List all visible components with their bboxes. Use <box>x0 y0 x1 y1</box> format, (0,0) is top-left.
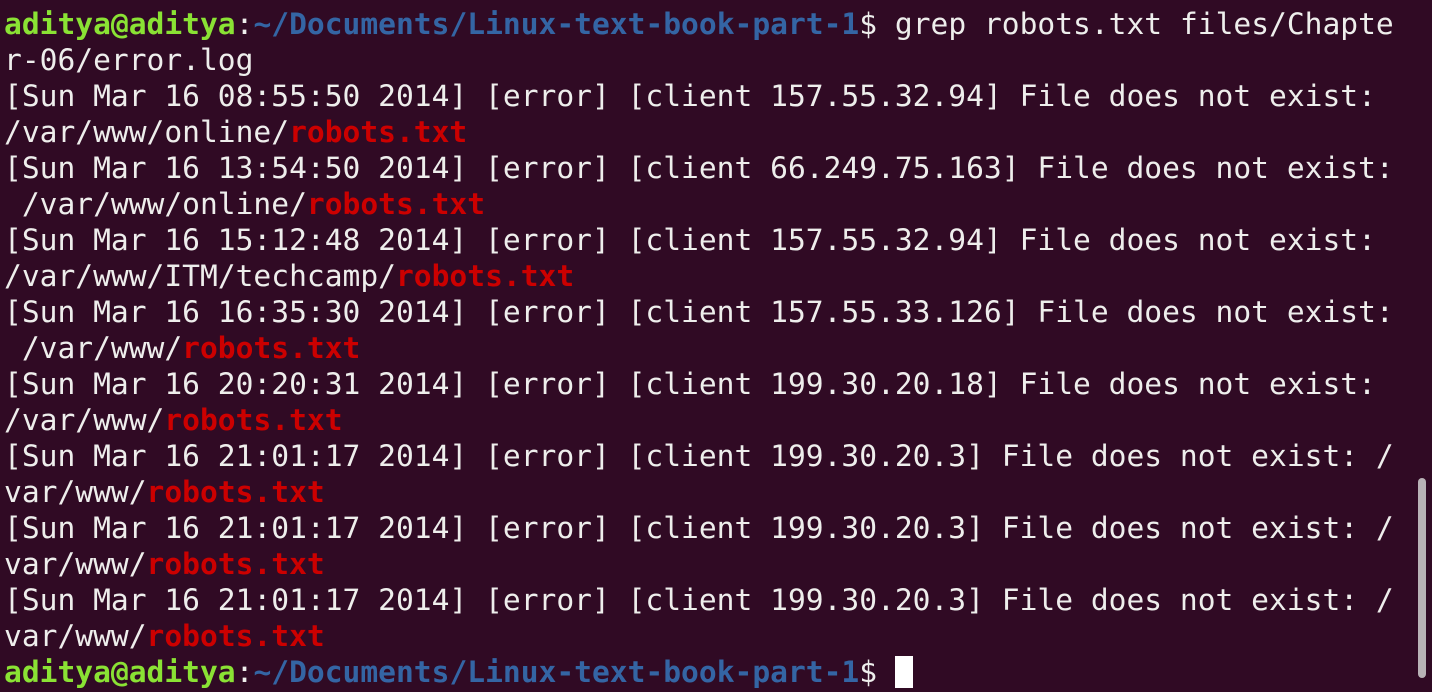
log-text: [Sun Mar 16 21:01:17 2014] [error] [clie… <box>4 583 1394 617</box>
log-line: var/www/robots.txt <box>4 474 1412 510</box>
log-text: [Sun Mar 16 15:12:48 2014] [error] [clie… <box>4 223 1394 257</box>
log-text: /var/www/online/ <box>4 187 307 221</box>
prompt-colon: : <box>235 655 254 689</box>
log-line: /var/www/online/robots.txt <box>4 114 1412 150</box>
log-line: [Sun Mar 16 20:20:31 2014] [error] [clie… <box>4 366 1412 402</box>
prompt-colon: : <box>235 7 254 41</box>
log-text: [Sun Mar 16 16:35:30 2014] [error] [clie… <box>4 295 1394 329</box>
log-text: [Sun Mar 16 20:20:31 2014] [error] [clie… <box>4 367 1394 401</box>
prompt-path: ~/Documents/Linux-text-book-part-1 <box>253 655 860 689</box>
log-line: /var/www/ITM/techcamp/robots.txt <box>4 258 1412 294</box>
log-line: [Sun Mar 16 16:35:30 2014] [error] [clie… <box>4 294 1412 330</box>
grep-match: robots.txt <box>289 115 468 149</box>
log-line: /var/www/online/robots.txt <box>4 186 1412 222</box>
log-text: /var/www/ <box>4 403 165 437</box>
log-line: var/www/robots.txt <box>4 546 1412 582</box>
log-text: var/www/ <box>4 619 147 653</box>
log-text: /var/www/ITM/techcamp/ <box>4 259 396 293</box>
command-text-continued: r-06/error.log <box>4 43 254 77</box>
prompt-line[interactable]: aditya@aditya:~/Documents/Linux-text-boo… <box>4 654 1412 690</box>
prompt-user: aditya@aditya <box>4 655 236 689</box>
log-line: var/www/robots.txt <box>4 618 1412 654</box>
log-line: [Sun Mar 16 21:01:17 2014] [error] [clie… <box>4 510 1412 546</box>
command-line-wrap: r-06/error.log <box>4 42 1412 78</box>
log-text: var/www/ <box>4 475 147 509</box>
grep-match: robots.txt <box>164 403 343 437</box>
prompt-user: aditya@aditya <box>4 7 236 41</box>
prompt-symbol: $ <box>859 7 895 41</box>
prompt-path: ~/Documents/Linux-text-book-part-1 <box>253 7 860 41</box>
grep-match: robots.txt <box>182 331 361 365</box>
log-text: [Sun Mar 16 21:01:17 2014] [error] [clie… <box>4 439 1394 473</box>
log-text: [Sun Mar 16 21:01:17 2014] [error] [clie… <box>4 511 1394 545</box>
log-text: [Sun Mar 16 13:54:50 2014] [error] [clie… <box>4 151 1394 185</box>
grep-match: robots.txt <box>146 547 325 581</box>
log-line: [Sun Mar 16 21:01:17 2014] [error] [clie… <box>4 438 1412 474</box>
log-text: /var/www/ <box>4 331 183 365</box>
log-text: /var/www/online/ <box>4 115 290 149</box>
grep-match: robots.txt <box>146 619 325 653</box>
command-line: aditya@aditya:~/Documents/Linux-text-boo… <box>4 6 1412 42</box>
log-line: /var/www/robots.txt <box>4 402 1412 438</box>
log-line: [Sun Mar 16 08:55:50 2014] [error] [clie… <box>4 78 1412 114</box>
vertical-scrollbar[interactable] <box>1418 478 1426 678</box>
log-line: [Sun Mar 16 13:54:50 2014] [error] [clie… <box>4 150 1412 186</box>
prompt-symbol: $ <box>859 655 895 689</box>
log-text: var/www/ <box>4 547 147 581</box>
grep-match: robots.txt <box>395 259 575 293</box>
text-cursor <box>894 656 913 688</box>
log-text: [Sun Mar 16 08:55:50 2014] [error] [clie… <box>4 79 1394 113</box>
log-line: /var/www/robots.txt <box>4 330 1412 366</box>
terminal-window[interactable]: aditya@aditya:~/Documents/Linux-text-boo… <box>0 0 1432 692</box>
log-line: [Sun Mar 16 15:12:48 2014] [error] [clie… <box>4 222 1412 258</box>
grep-match: robots.txt <box>306 187 486 221</box>
terminal-output: aditya@aditya:~/Documents/Linux-text-boo… <box>4 6 1412 690</box>
command-text: grep robots.txt files/Chapte <box>894 7 1394 41</box>
grep-match: robots.txt <box>146 475 325 509</box>
log-line: [Sun Mar 16 21:01:17 2014] [error] [clie… <box>4 582 1412 618</box>
